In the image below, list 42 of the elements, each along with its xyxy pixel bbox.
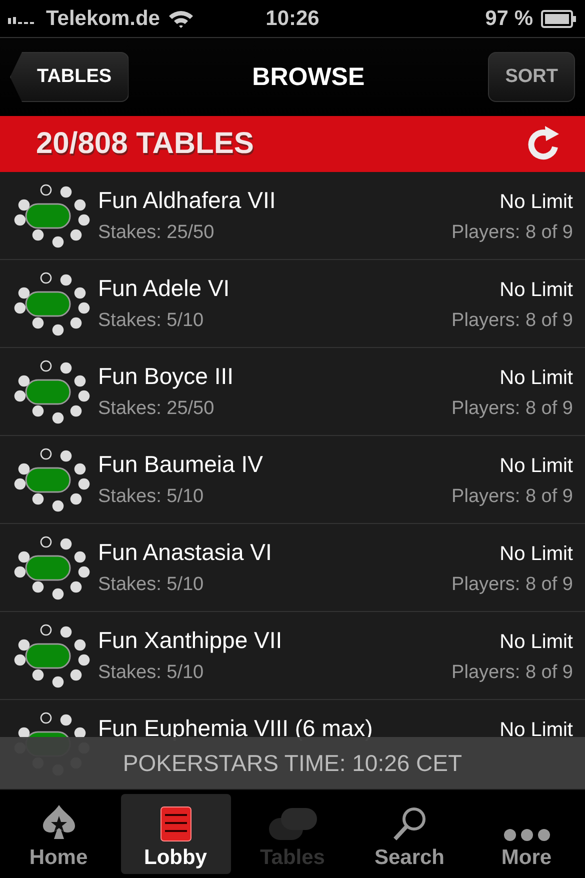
players-count: Players: 8 of 9 (452, 574, 573, 596)
players-count: Players: 8 of 9 (452, 398, 573, 420)
players-count: Players: 8 of 9 (452, 662, 573, 684)
tables-icon (266, 806, 318, 842)
limit-type: No Limit (500, 367, 573, 390)
limit-type: No Limit (500, 279, 573, 302)
status-time: 10:26 (266, 6, 320, 30)
wifi-icon (168, 8, 194, 28)
table-name: Fun Xanthippe VII (98, 627, 282, 654)
limit-type: No Limit (500, 543, 573, 566)
table-name: Fun Boyce III (98, 363, 234, 390)
limit-type: No Limit (500, 455, 573, 478)
players-count: Players: 8 of 9 (452, 222, 573, 244)
stakes-text: Stakes: 25/50 (98, 222, 214, 244)
search-icon (392, 806, 428, 842)
limit-type: No Limit (500, 191, 573, 214)
carrier-name: Telekom.de (46, 6, 160, 30)
time-toast: POKERSTARS TIME: 10:26 CET (0, 737, 585, 789)
tab-item[interactable]: More (472, 794, 582, 874)
limit-type: No Limit (500, 631, 573, 654)
tab-item[interactable]: Lobby (120, 794, 230, 874)
tab-item[interactable]: Search (354, 794, 464, 874)
table-count: 20/808 TABLES (36, 127, 254, 161)
list-icon (160, 806, 192, 842)
stakes-text: Stakes: 25/50 (98, 398, 214, 420)
table-name: Fun Adele VI (98, 275, 230, 302)
table-name: Fun Aldhafera VII (98, 187, 276, 214)
players-count: Players: 8 of 9 (452, 486, 573, 508)
stakes-text: Stakes: 5/10 (98, 486, 204, 508)
tab-item[interactable]: Home (4, 794, 114, 874)
stakes-text: Stakes: 5/10 (98, 574, 204, 596)
battery-percent: 97 % (485, 6, 533, 30)
table-name: Fun Anastasia VI (98, 539, 272, 566)
more-icon (502, 828, 550, 842)
back-button[interactable]: TABLES (10, 52, 129, 102)
stakes-text: Stakes: 5/10 (98, 310, 204, 332)
battery-icon (541, 10, 577, 28)
page-title: BROWSE (252, 62, 365, 92)
players-count: Players: 8 of 9 (452, 310, 573, 332)
table-name: Fun Baumeia IV (98, 451, 263, 478)
sort-button[interactable]: SORT (488, 52, 575, 102)
stakes-text: Stakes: 5/10 (98, 662, 204, 684)
